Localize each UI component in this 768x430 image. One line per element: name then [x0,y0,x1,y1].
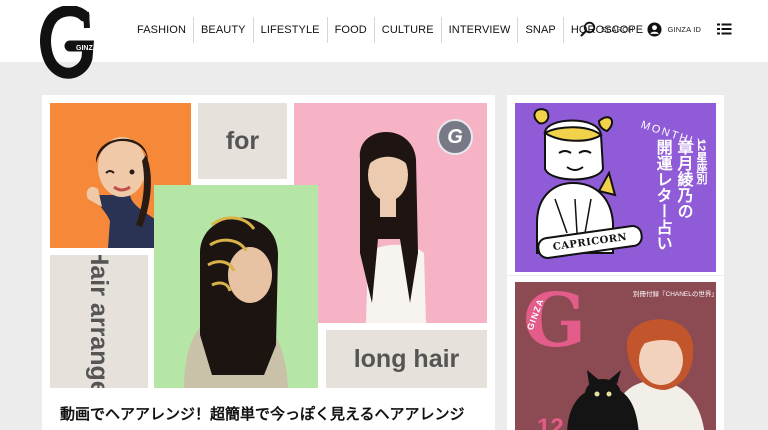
nav-beauty[interactable]: BEAUTY [194,17,254,43]
magazine-issue-number: 12 [537,414,564,430]
horoscope-title: 12星座別 章月綾乃の 開運レター占い [515,139,707,251]
green-photo-panel [154,185,318,388]
feature-article-card[interactable]: for G Hair arrange long hair 動画でヘアアレンジ！超… [42,95,495,430]
header-tools: SEARCH GINZA ID [580,19,746,39]
hair-arrange-word: Hair arrange [85,255,113,388]
clip-hair-model-photo [184,216,288,388]
ginza-logo[interactable]: GINZA [40,6,100,80]
nav-culture[interactable]: CULTURE [375,17,442,43]
main-nav: FASHION BEAUTY LIFESTYLE FOOD CULTURE IN… [130,17,650,43]
nav-lifestyle[interactable]: LIFESTYLE [254,17,328,43]
magazine-supplement-text: 別冊付録『CHANELの世界』 [633,291,716,298]
nav-interview[interactable]: INTERVIEW [442,17,519,43]
article-headline[interactable]: 動画でヘアアレンジ！超簡単で今っぽく見えるヘアアレンジ [60,403,465,424]
hair-arrange-text-panel: Hair arrange [50,255,148,388]
nav-fashion[interactable]: FASHION [130,17,194,43]
magazine-card[interactable]: G GINZA 別冊付録『CHANELの世界』 12 [507,276,724,430]
for-word: for [225,126,260,155]
horoscope-card[interactable]: CAPRICORN MONTHLY 12星座別 章月綾乃の 開運レター占い [507,95,724,275]
logo-text: GINZA [76,45,98,52]
feature-collage: for G Hair arrange long hair [50,103,487,388]
ginza-id-button[interactable]: GINZA ID [647,21,702,37]
user-account-icon [647,21,662,37]
horoscope-title-line1: 12星座別 [695,139,707,185]
magazine-cover: G GINZA 別冊付録『CHANELの世界』 12 [515,282,716,430]
menu-button[interactable] [717,23,732,35]
search-label: SEARCH [601,24,634,34]
search-button[interactable]: SEARCH [580,21,633,37]
nav-snap[interactable]: SNAP [518,17,564,43]
horoscope-title-line2: 章月綾乃の [674,139,692,219]
pink-photo-panel: G [294,103,487,323]
long-hair-text-panel: long hair [326,330,487,388]
ginza-id-label: GINZA ID [667,24,702,34]
long-hair-word: long hair [353,344,460,373]
search-icon [580,21,596,37]
site-header: GINZA FASHION BEAUTY LIFESTYLE FOOD CULT… [0,0,768,79]
nav-food[interactable]: FOOD [328,17,375,43]
hamburger-menu-icon [717,23,732,35]
ginza-badge-icon: G [437,119,473,155]
horoscope-title-line3: 開運レター占い [653,139,671,251]
for-text-panel: for [198,103,287,179]
horoscope-banner: CAPRICORN MONTHLY 12星座別 章月綾乃の 開運レター占い [515,103,716,272]
